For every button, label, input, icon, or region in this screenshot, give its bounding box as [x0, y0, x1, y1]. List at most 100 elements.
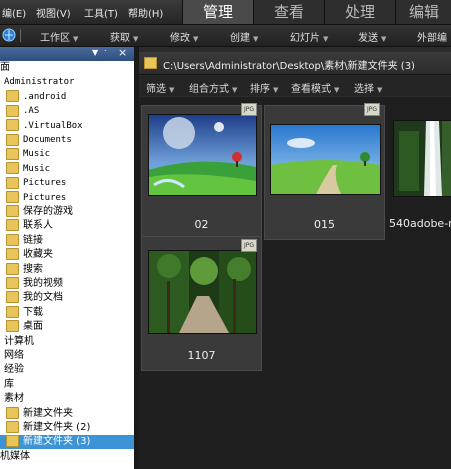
jpg-badge-icon: JPG	[364, 103, 380, 116]
folder-icon	[6, 248, 19, 261]
folder-icon	[6, 291, 19, 304]
folder-tree-item[interactable]: 收藏夹	[0, 248, 53, 262]
tree-item-label: Administrator	[4, 77, 75, 88]
tree-node[interactable]: 素材	[0, 392, 24, 406]
folder-icon	[6, 119, 19, 132]
tab-develop[interactable]: 处理	[324, 0, 395, 24]
folder-tree-item[interactable]: Music	[0, 147, 50, 161]
tree-item-label: 我的视频	[23, 278, 63, 289]
group-by-button[interactable]: 组合方式 ▼	[189, 80, 237, 95]
folder-tree-item[interactable]: 保存的游戏	[0, 205, 73, 219]
folder-tree-item[interactable]: .VirtualBox	[0, 119, 83, 133]
slideshow-button[interactable]: 幻灯片 ▼	[290, 29, 328, 44]
tree-item-label: Documents	[23, 135, 72, 145]
tree-item-label: .android	[23, 91, 67, 102]
folder-icon	[6, 421, 19, 433]
send-button[interactable]: 发送 ▼	[358, 29, 386, 44]
thumbnail-image	[148, 114, 257, 196]
folder-tree-item[interactable]: 我的文档	[0, 291, 63, 305]
menu-view[interactable]: 视图(V)	[36, 5, 71, 20]
tree-node[interactable]: 机媒体	[0, 450, 30, 464]
folder-icon	[6, 219, 19, 232]
folder-tree-item[interactable]: Documents	[0, 133, 72, 147]
tree-node[interactable]: 库	[0, 378, 14, 392]
folder-icon	[6, 205, 19, 217]
folder-icon	[6, 162, 19, 175]
folder-icon	[6, 233, 19, 246]
menu-edit[interactable]: 编(E)	[2, 5, 26, 20]
folder-tree-item[interactable]: Music	[0, 162, 50, 176]
tab-edit[interactable]: 编辑	[395, 0, 451, 24]
thumbnail-label: 02	[194, 218, 209, 231]
tree-node[interactable]: 计算机	[0, 335, 34, 349]
select-button[interactable]: 选择 ▼	[354, 80, 382, 95]
current-path[interactable]: C:\Users\Administrator\Desktop\素材\新建文件夹 …	[163, 57, 415, 72]
thumbnail-item[interactable]: 540adobe-r	[389, 105, 451, 238]
modify-button[interactable]: 修改 ▼	[170, 29, 198, 44]
thumbnail-label: 540adobe-r	[389, 217, 451, 230]
folder-panel-header: ▼ ᐧ ×	[0, 47, 134, 61]
external-edit-button[interactable]: 外部编	[417, 29, 447, 44]
acquire-button[interactable]: 获取 ▼	[110, 29, 138, 44]
tree-item-label: Music	[23, 149, 51, 160]
toolbar: 工作区 ▼ 获取 ▼ 修改 ▼ 创建 ▼ 幻灯片 ▼ 发送 ▼ 外部编	[0, 25, 451, 47]
folder-tree-item[interactable]: .AS	[0, 104, 39, 118]
thumbnail-image	[148, 250, 257, 334]
folder-tree-item[interactable]: .android	[0, 90, 66, 104]
folder-icon	[6, 277, 19, 289]
folder-icon	[6, 104, 19, 117]
folder-tree-item[interactable]: 链接	[0, 233, 43, 248]
thumbnail-item[interactable]: JPG 015	[264, 103, 385, 240]
folder-tree-item[interactable]: 我的视频	[0, 277, 63, 291]
folder-tree-item[interactable]: 搜索	[0, 262, 43, 277]
panel-dropdown-icon[interactable]: ▼	[92, 48, 98, 57]
jpg-badge-icon: JPG	[241, 239, 257, 252]
tree-item-label: 经验	[4, 364, 24, 376]
folder-tree-item[interactable]: Pictures	[0, 191, 66, 205]
thumbnail-item[interactable]: JPG 02	[141, 103, 262, 240]
tree-node[interactable]: 经验	[0, 363, 24, 377]
folder-icon	[144, 57, 157, 69]
folder-tree-item[interactable]: 新建文件夹 (3)	[0, 435, 134, 450]
tree-item-label: 我的文档	[23, 292, 63, 304]
folder-icon	[6, 133, 19, 146]
tree-node[interactable]: Administrator	[0, 75, 74, 89]
view-mode-button[interactable]: 查看模式 ▼	[291, 80, 339, 95]
tree-node[interactable]: 面	[0, 61, 10, 75]
filter-bar: 筛选 ▼ 组合方式 ▼ 排序 ▼ 查看模式 ▼ 选择 ▼	[139, 76, 451, 96]
sort-button[interactable]: 排序 ▼	[250, 80, 278, 95]
tree-item-label: 联系人	[23, 220, 53, 232]
folder-tree-item[interactable]: Pictures	[0, 176, 66, 190]
workspace-button[interactable]: 工作区 ▼	[40, 29, 78, 44]
tree-node[interactable]: 网络	[0, 349, 24, 363]
globe-icon[interactable]	[2, 28, 16, 42]
folder-tree-item[interactable]: 联系人	[0, 219, 53, 233]
thumbnail-label: 1107	[187, 349, 216, 362]
create-button[interactable]: 创建 ▼	[230, 29, 258, 44]
thumbnail-label: 015	[314, 218, 335, 231]
thumbnail-image	[393, 120, 451, 197]
close-icon[interactable]: ×	[118, 47, 127, 59]
toolbar-divider	[20, 29, 21, 42]
tree-item-label: 机媒体	[0, 450, 30, 462]
folder-tree-item[interactable]: 新建文件夹 (2)	[0, 421, 90, 435]
pin-icon[interactable]: ᐧ	[104, 47, 106, 57]
tab-view[interactable]: 查看	[253, 0, 324, 24]
folder-icon	[6, 147, 19, 160]
tree-item-label: 下载	[23, 306, 43, 318]
tree-item-label: 保存的游戏	[23, 206, 73, 217]
tab-manage[interactable]: 管理	[182, 0, 253, 24]
thumbnail-item[interactable]: JPG 1107	[141, 236, 262, 371]
tree-item-label: 新建文件夹 (2)	[23, 422, 91, 433]
filter-button[interactable]: 筛选 ▼	[146, 80, 174, 95]
path-bar: C:\Users\Administrator\Desktop\素材\新建文件夹 …	[139, 52, 451, 75]
tree-item-label: Pictures	[23, 192, 67, 203]
menu-help[interactable]: 帮助(H)	[128, 5, 163, 20]
tree-item-label: .AS	[23, 106, 40, 117]
tree-item-label: 网络	[4, 350, 24, 361]
folder-tree-item[interactable]: 桌面	[0, 320, 43, 334]
folder-tree-item[interactable]: 新建文件夹	[0, 406, 73, 421]
folder-tree-item[interactable]: 下载	[0, 305, 43, 320]
menu-tools[interactable]: 工具(T)	[84, 5, 118, 20]
folder-tree-panel: ▼ ᐧ × 面 Administrator .android .AS .VirtualB…	[0, 47, 134, 469]
